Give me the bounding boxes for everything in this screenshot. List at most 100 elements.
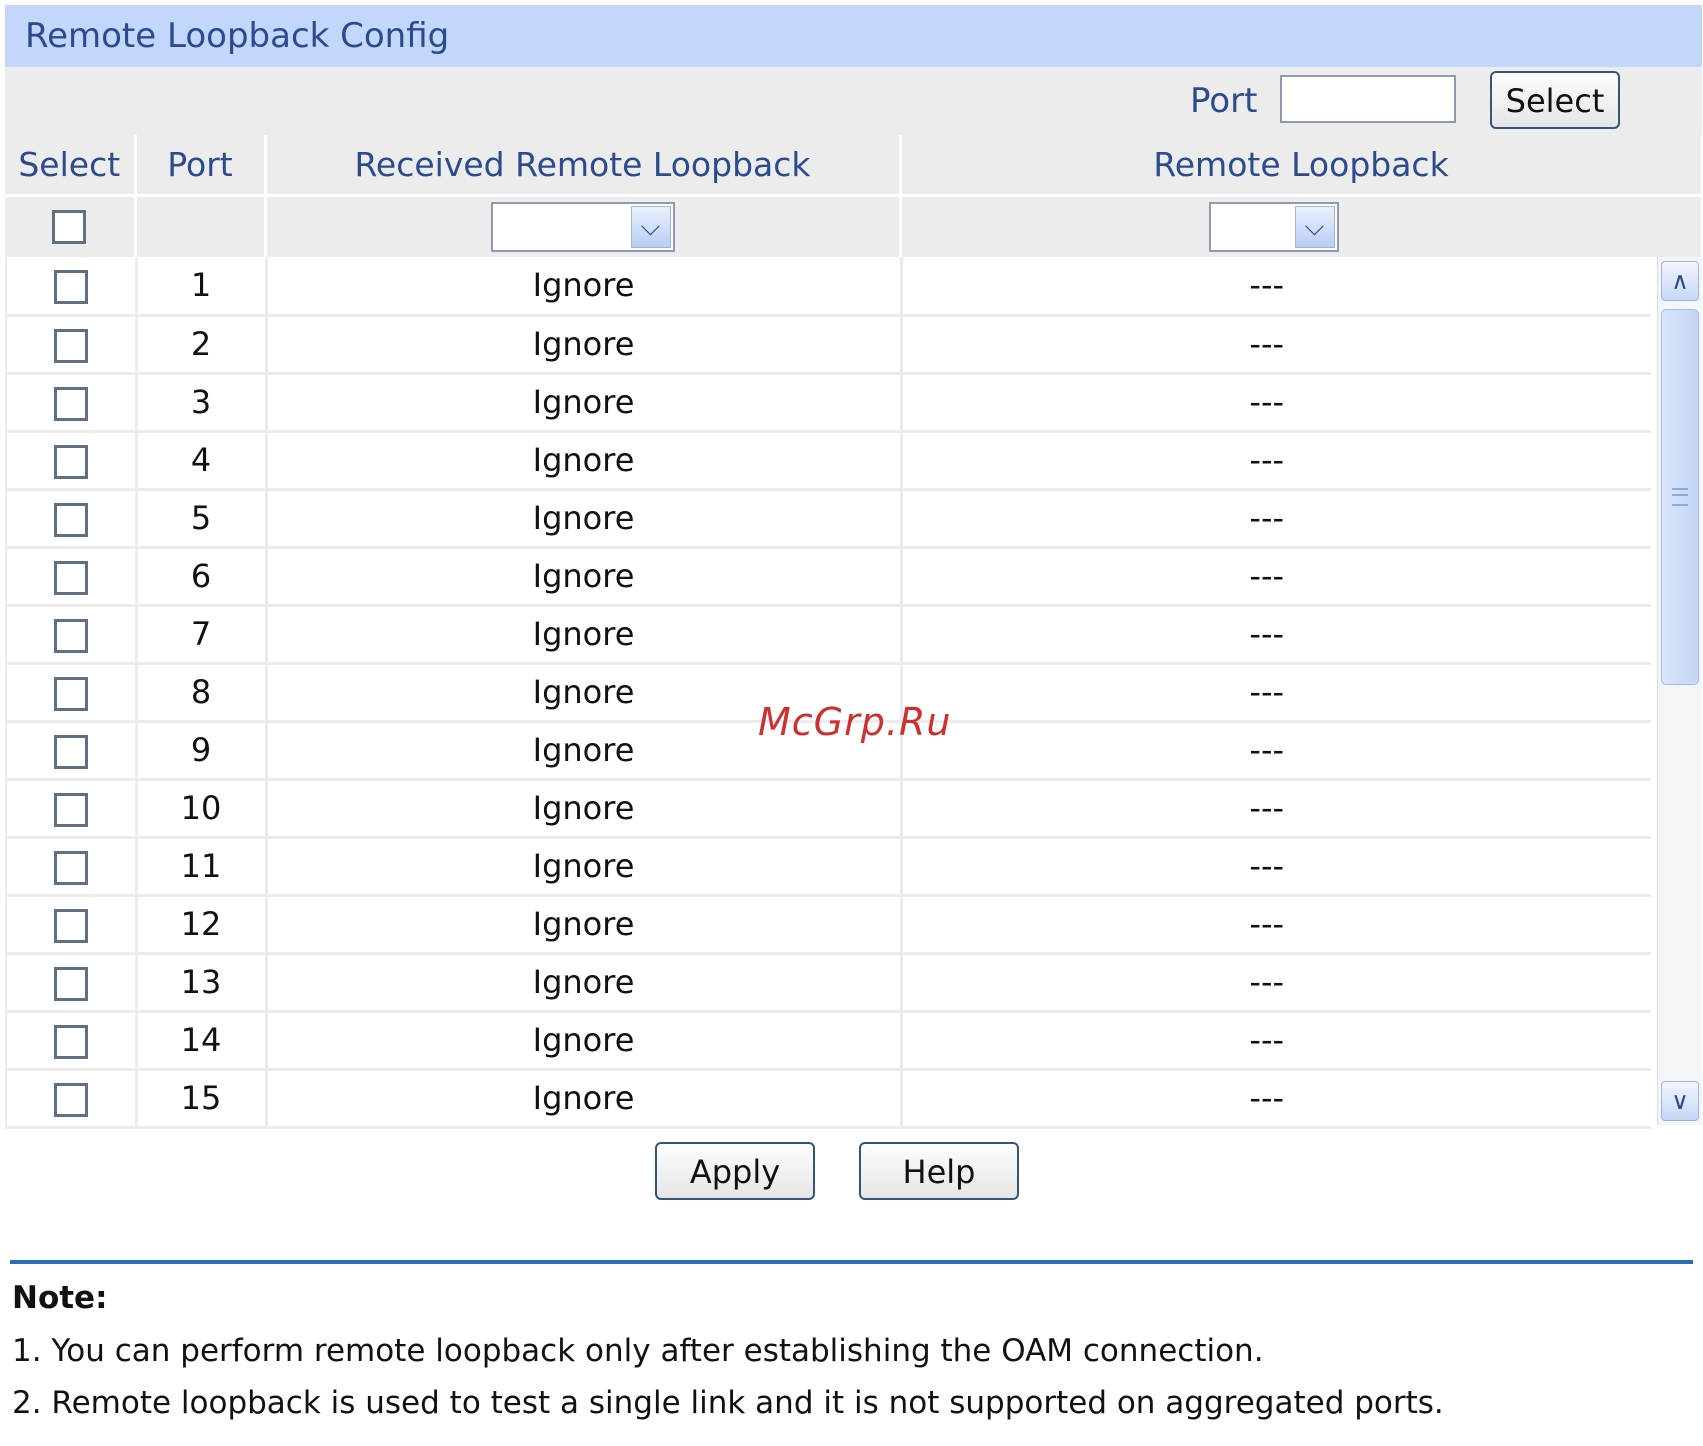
note-title: Note:	[12, 1280, 108, 1316]
row-select-cell	[6, 953, 138, 1013]
row-port: 11	[136, 837, 268, 897]
row-remote-loopback: ---	[901, 721, 1651, 781]
table-row: 5 Ignore ---	[6, 489, 1651, 549]
row-port: 9	[136, 721, 268, 781]
remote-filter-cell: ⌵	[900, 193, 1703, 257]
row-select-checkbox[interactable]	[53, 851, 88, 885]
row-remote-loopback: ---	[901, 895, 1651, 955]
row-select-cell	[6, 547, 138, 607]
row-remote-loopback: ---	[901, 1011, 1651, 1071]
scroll-up-icon[interactable]: ∧	[1661, 261, 1699, 301]
row-received-remote-loopback: Ignore	[266, 953, 903, 1013]
table-row: 15 Ignore ---	[6, 1069, 1651, 1129]
table-row: 7 Ignore ---	[6, 605, 1651, 665]
received-filter-cell: ⌵	[265, 193, 902, 257]
header-select: Select	[5, 135, 137, 195]
row-remote-loopback: ---	[901, 257, 1651, 317]
row-remote-loopback: ---	[901, 663, 1651, 723]
grip-icon	[1672, 488, 1688, 506]
row-select-checkbox[interactable]	[53, 677, 88, 711]
apply-button[interactable]: Apply	[655, 1142, 815, 1200]
row-select-cell	[6, 895, 138, 955]
remote-loopback-panel: Remote Loopback Config Port Select Selec…	[5, 5, 1703, 1129]
row-select-checkbox[interactable]	[53, 619, 88, 653]
scroll-down-icon[interactable]: ∨	[1661, 1081, 1699, 1121]
chevron-down-icon[interactable]: ⌵	[1294, 205, 1335, 248]
table-row: 2 Ignore ---	[6, 315, 1651, 375]
row-remote-loopback: ---	[901, 1069, 1651, 1129]
row-port: 5	[136, 489, 268, 549]
row-port: 2	[136, 315, 268, 375]
row-remote-loopback: ---	[901, 837, 1651, 897]
row-port: 14	[136, 1011, 268, 1071]
row-port: 10	[136, 779, 268, 839]
row-port: 12	[136, 895, 268, 955]
row-select-checkbox[interactable]	[53, 270, 88, 305]
row-received-remote-loopback: Ignore	[266, 547, 903, 607]
table-row: 4 Ignore ---	[6, 431, 1651, 491]
row-select-cell	[6, 1069, 138, 1129]
select-all-checkbox[interactable]	[52, 209, 87, 244]
note-line-1: 1. You can perform remote loopback only …	[12, 1333, 1264, 1369]
table-row: 10 Ignore ---	[6, 779, 1651, 839]
port-search-row: Port Select	[5, 67, 1702, 135]
row-remote-loopback: ---	[901, 315, 1651, 375]
port-filter-cell	[135, 193, 267, 257]
port-search-input[interactable]	[1280, 75, 1456, 123]
row-port: 13	[136, 953, 268, 1013]
table-row: 11 Ignore ---	[6, 837, 1651, 897]
row-select-cell	[6, 663, 138, 723]
table-row: 1 Ignore ---	[6, 257, 1651, 317]
port-select-button[interactable]: Select	[1490, 71, 1620, 129]
row-received-remote-loopback: Ignore	[266, 315, 903, 375]
row-select-checkbox[interactable]	[53, 1025, 88, 1059]
row-select-checkbox[interactable]	[53, 1083, 88, 1117]
row-select-checkbox[interactable]	[53, 329, 88, 363]
row-received-remote-loopback: Ignore	[266, 605, 903, 665]
table-scrollbar[interactable]: ∧ ∨	[1657, 257, 1702, 1125]
row-select-cell	[6, 431, 138, 491]
table-row: 6 Ignore ---	[6, 547, 1651, 607]
row-port: 7	[136, 605, 268, 665]
row-select-checkbox[interactable]	[53, 561, 88, 595]
row-remote-loopback: ---	[901, 373, 1651, 433]
row-select-cell	[6, 837, 138, 897]
row-select-checkbox[interactable]	[53, 445, 88, 479]
help-button[interactable]: Help	[859, 1142, 1019, 1200]
row-select-cell	[6, 605, 138, 665]
row-port: 4	[136, 431, 268, 491]
row-select-cell	[6, 257, 138, 317]
row-remote-loopback: ---	[901, 953, 1651, 1013]
row-remote-loopback: ---	[901, 431, 1651, 491]
note-divider	[10, 1260, 1693, 1264]
row-select-checkbox[interactable]	[53, 793, 88, 827]
row-received-remote-loopback: Ignore	[266, 779, 903, 839]
row-port: 1	[136, 257, 268, 317]
row-select-cell	[6, 721, 138, 781]
row-select-checkbox[interactable]	[53, 503, 88, 537]
row-select-checkbox[interactable]	[53, 909, 88, 943]
header-received-remote-loopback: Received Remote Loopback	[265, 135, 902, 195]
row-port: 8	[136, 663, 268, 723]
row-select-checkbox[interactable]	[53, 735, 88, 769]
row-received-remote-loopback: Ignore	[266, 895, 903, 955]
chevron-down-icon[interactable]: ⌵	[630, 205, 671, 248]
table-header: Select Port Received Remote Loopback Rem…	[5, 135, 1703, 257]
row-select-cell	[6, 1011, 138, 1071]
panel-title: Remote Loopback Config	[5, 5, 1702, 67]
received-remote-loopback-dropdown[interactable]: ⌵	[490, 201, 675, 252]
row-remote-loopback: ---	[901, 605, 1651, 665]
table-row: 3 Ignore ---	[6, 373, 1651, 433]
row-received-remote-loopback: Ignore	[266, 1011, 903, 1071]
remote-loopback-dropdown[interactable]: ⌵	[1208, 201, 1339, 252]
row-select-checkbox[interactable]	[53, 967, 88, 1001]
scrollbar-thumb[interactable]	[1661, 309, 1699, 685]
row-received-remote-loopback: Ignore	[266, 373, 903, 433]
port-table: 1 Ignore --- 2 Ignore --- 3 Ignore --- 4 Ignore ---…	[5, 257, 1651, 1129]
watermark: McGrp.Ru	[758, 700, 952, 744]
row-select-checkbox[interactable]	[53, 387, 88, 421]
row-received-remote-loopback: Ignore	[266, 1069, 903, 1129]
table-row: 13 Ignore ---	[6, 953, 1651, 1013]
row-port: 6	[136, 547, 268, 607]
row-select-cell	[6, 779, 138, 839]
